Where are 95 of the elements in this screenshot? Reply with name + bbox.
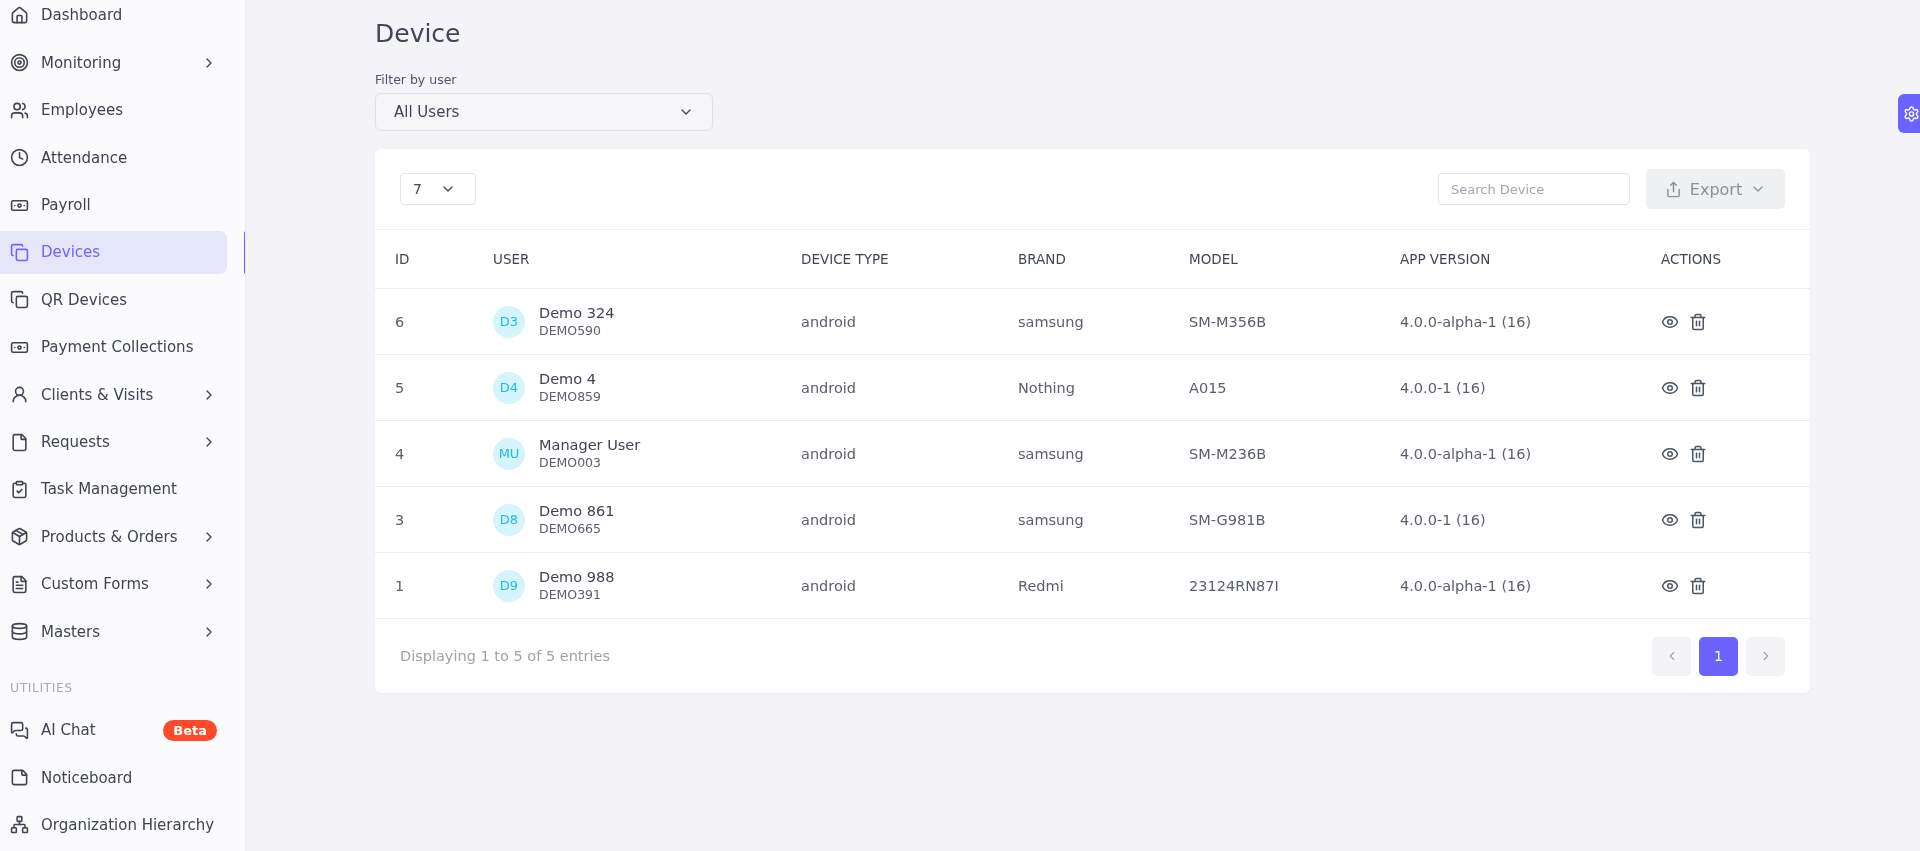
table-cell: android bbox=[781, 552, 998, 619]
sidebar-item[interactable]: AI Chat Beta bbox=[0, 708, 227, 752]
page-title: Device bbox=[375, 19, 462, 48]
column-header: USER bbox=[473, 230, 781, 289]
table-cell: 4.0.0-alpha-1 (16) bbox=[1380, 552, 1641, 619]
sidebar-item[interactable]: Masters bbox=[0, 610, 227, 654]
column-header: MODEL bbox=[1169, 230, 1380, 289]
table-cell: 6 bbox=[375, 288, 473, 355]
user-filter-select[interactable]: All Users bbox=[375, 93, 713, 131]
settings-icon bbox=[1903, 103, 1920, 124]
column-header: ID bbox=[375, 230, 473, 289]
table-cell: SM-M356B bbox=[1169, 288, 1380, 355]
user-code: DEMO590 bbox=[539, 323, 602, 338]
sidebar-item[interactable]: Organization Hierarchy bbox=[0, 803, 227, 847]
table-cell: 4.0.0-1 (16) bbox=[1380, 486, 1641, 553]
column-header: APP VERSION bbox=[1380, 230, 1641, 289]
sidebar-item[interactable]: Dashboard bbox=[0, 0, 227, 37]
sidebar-item[interactable]: Clients & Visits bbox=[0, 373, 227, 417]
sidebar-item[interactable]: Employees bbox=[0, 88, 227, 132]
user-code: DEMO665 bbox=[539, 521, 602, 536]
column-header: BRAND bbox=[998, 230, 1169, 289]
table-cell: android bbox=[781, 420, 998, 487]
menu-item-icon bbox=[10, 768, 29, 787]
menu-item-icon bbox=[10, 385, 29, 405]
menu-item-icon bbox=[10, 53, 29, 73]
table-cell: 4.0.0-alpha-1 (16) bbox=[1380, 288, 1641, 355]
table-cell: samsung bbox=[998, 420, 1169, 487]
table-cell: SM-G981B bbox=[1169, 486, 1380, 553]
filter-label: Filter by user bbox=[375, 72, 458, 87]
menu-item-icon bbox=[10, 574, 29, 594]
trash-icon[interactable] bbox=[1689, 444, 1707, 463]
table-cell: android bbox=[781, 354, 998, 421]
user-name: Demo 861 bbox=[539, 503, 615, 519]
user-name: Demo 4 bbox=[539, 371, 597, 387]
search-field[interactable]: Search Device bbox=[1438, 173, 1630, 205]
table-cell: 4.0.0-alpha-1 (16) bbox=[1380, 420, 1641, 487]
table-cell: 23124RN87I bbox=[1169, 552, 1380, 619]
table-cell: Nothing bbox=[998, 354, 1169, 421]
menu-item-icon bbox=[10, 5, 29, 25]
table-cell: 5 bbox=[375, 354, 473, 421]
column-header: DEVICE TYPE bbox=[781, 230, 998, 289]
table-cell: android bbox=[781, 486, 998, 553]
page-button[interactable]: 1 bbox=[1699, 636, 1738, 676]
menu-item-icon bbox=[10, 622, 29, 642]
table-cell: android bbox=[781, 288, 998, 355]
menu-item-icon bbox=[10, 290, 29, 310]
user-code: DEMO859 bbox=[539, 389, 601, 404]
menu-item-icon bbox=[10, 242, 29, 262]
sidebar-item[interactable]: Products & Orders bbox=[0, 515, 227, 559]
table-cell: 3 bbox=[375, 486, 473, 553]
user-avatar: D8 bbox=[493, 503, 525, 536]
trash-icon[interactable] bbox=[1689, 510, 1707, 529]
menu-item-icon bbox=[10, 432, 29, 452]
sidebar-item[interactable]: Payroll bbox=[0, 183, 227, 227]
user-avatar: MU bbox=[493, 437, 525, 470]
table-cell: 4 bbox=[375, 420, 473, 487]
trash-icon[interactable] bbox=[1689, 312, 1707, 331]
sidebar-item[interactable]: Attendance bbox=[0, 136, 227, 180]
table-cell: samsung bbox=[998, 288, 1169, 355]
sidebar-item[interactable]: Requests bbox=[0, 420, 227, 464]
beta-badge: Beta bbox=[163, 719, 217, 741]
table-cell: SM-M236B bbox=[1169, 420, 1380, 487]
table-cell: A015 bbox=[1169, 354, 1380, 421]
menu-item-icon bbox=[10, 720, 29, 740]
table-cell: 1 bbox=[375, 552, 473, 619]
user-name: Demo 324 bbox=[539, 305, 615, 321]
trash-icon[interactable] bbox=[1689, 576, 1707, 595]
table-cell: 4.0.0-1 (16) bbox=[1380, 354, 1641, 421]
user-avatar: D9 bbox=[493, 569, 525, 602]
user-code: DEMO003 bbox=[539, 455, 602, 470]
sidebar-item[interactable]: Payment Collections bbox=[0, 325, 227, 369]
user-avatar: D3 bbox=[493, 305, 525, 338]
user-name: Manager User bbox=[539, 437, 641, 453]
menu-item-icon bbox=[10, 815, 29, 835]
export-icon bbox=[1664, 180, 1682, 198]
trash-icon[interactable] bbox=[1689, 378, 1707, 397]
entries-info: Displaying 1 to 5 of 5 entries bbox=[400, 648, 610, 664]
table-cell: Redmi bbox=[998, 552, 1169, 619]
page-size-select[interactable]: 7 bbox=[400, 173, 476, 205]
sidebar-item[interactable]: Noticeboard bbox=[0, 756, 227, 799]
column-header: ACTIONS bbox=[1641, 230, 1810, 289]
menu-item-icon bbox=[10, 100, 29, 120]
sidebar-item[interactable]: Task Management bbox=[0, 468, 227, 511]
sidebar-item[interactable]: Monitoring bbox=[0, 41, 227, 85]
menu-item-icon bbox=[10, 527, 29, 547]
menu-item-icon bbox=[10, 148, 29, 168]
user-avatar: D4 bbox=[493, 371, 525, 404]
user-name: Demo 988 bbox=[539, 569, 615, 585]
settings-button[interactable] bbox=[1898, 94, 1920, 133]
user-code: DEMO391 bbox=[539, 587, 602, 602]
sidebar-item[interactable]: Custom Forms bbox=[0, 562, 227, 606]
sidebar-item[interactable]: QR Devices bbox=[0, 278, 227, 322]
menu-item-icon bbox=[10, 479, 29, 499]
section-heading: UTILITIES bbox=[9, 678, 74, 697]
table-cell: samsung bbox=[998, 486, 1169, 553]
